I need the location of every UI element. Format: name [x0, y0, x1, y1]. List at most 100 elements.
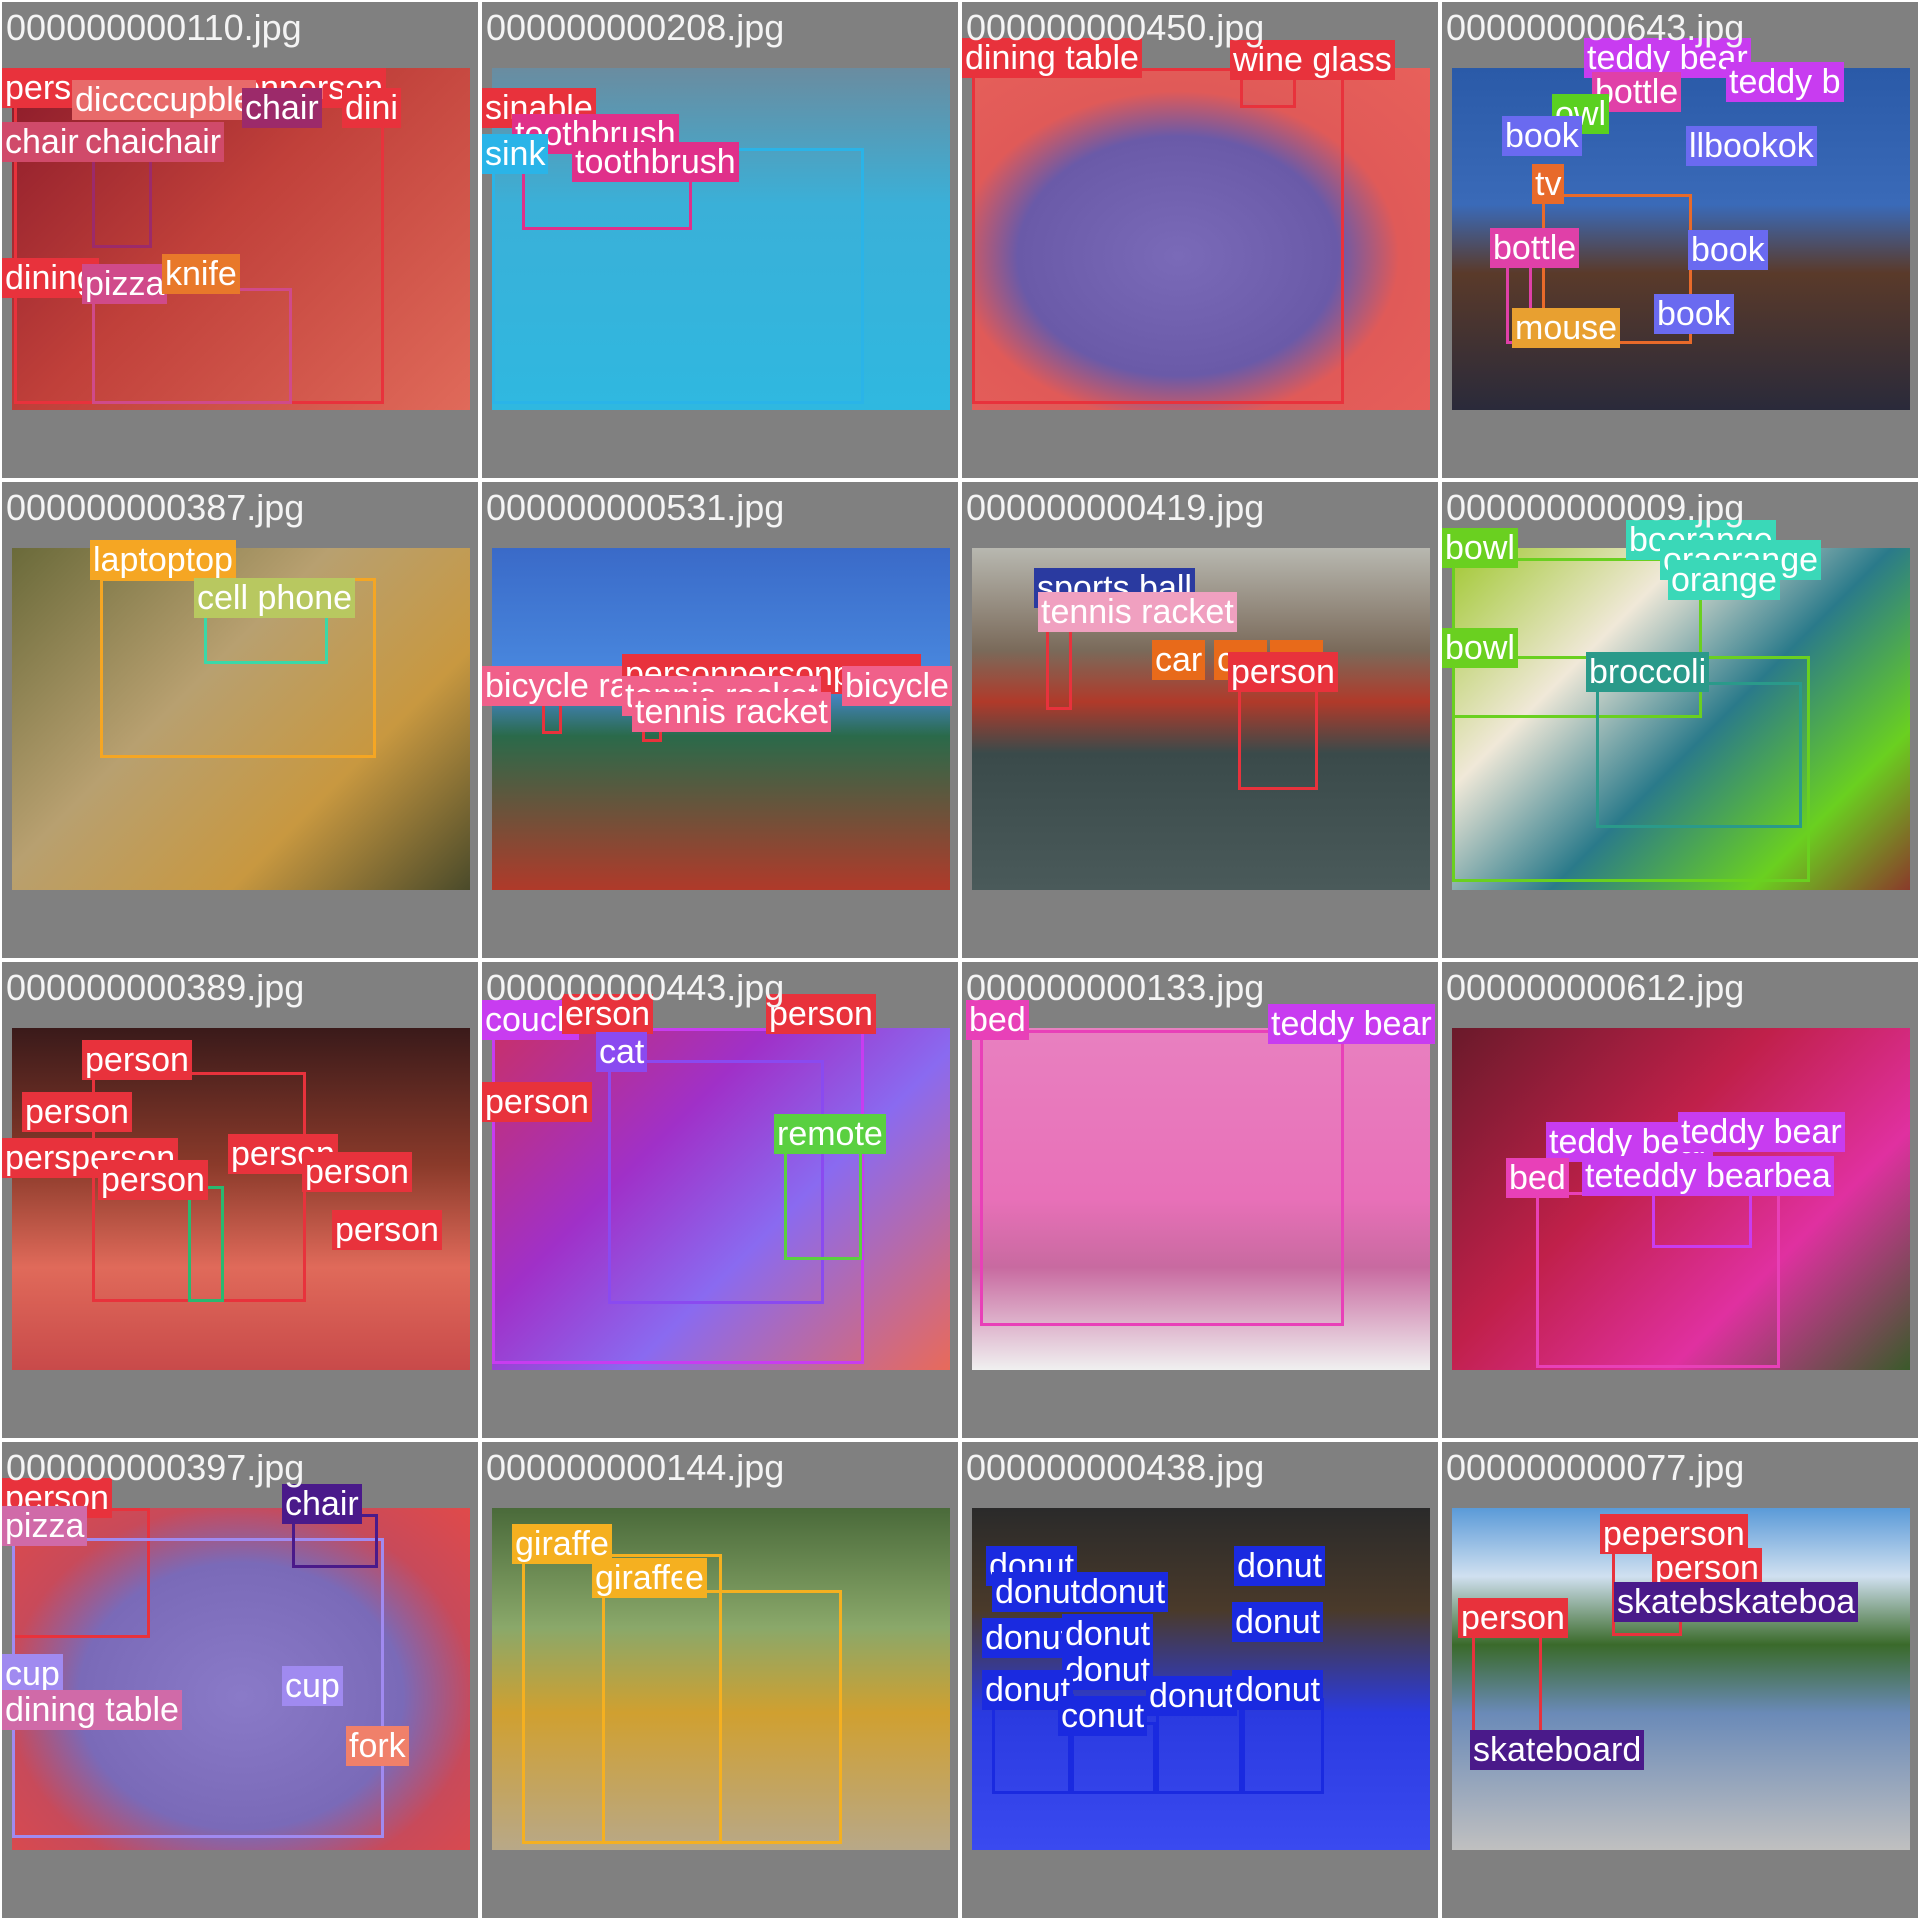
detection-label: person — [98, 1160, 208, 1200]
image-tile[interactable]: giraffe giraffe e 000000000144.jpg — [480, 1440, 960, 1920]
image-tile[interactable]: person person persperson person person person… — [0, 960, 480, 1440]
detection-label: chaichair — [82, 122, 225, 162]
image-tile[interactable]: laptoptop cell phone 000000000387.jpg — [0, 480, 480, 960]
detection-label: conut — [1058, 1696, 1148, 1736]
detection-label: tennis racket — [632, 692, 831, 732]
detection-label: teddy b — [1726, 62, 1844, 102]
bounding-box — [204, 614, 328, 664]
detection-label: bowl — [1442, 628, 1518, 668]
filename-label: 000000000133.jpg — [966, 967, 1265, 1008]
image-tile[interactable]: sports balltennis racketcarcarcarperson0… — [960, 480, 1440, 960]
detection-label: tennis racket — [1038, 592, 1237, 632]
detection-image — [972, 1028, 1430, 1370]
image-tile[interactable]: bicycle ra personpersonperso tennis racket… — [480, 480, 960, 960]
detection-label: broccoli — [1586, 652, 1710, 692]
detection-label: person — [1458, 1598, 1568, 1638]
detection-label: person — [332, 1210, 442, 1250]
detection-label: donut — [1062, 1650, 1154, 1690]
filename-label: 000000000450.jpg — [966, 7, 1265, 48]
detection-label: car — [1152, 640, 1206, 680]
image-tile[interactable]: peperson person person skatebskateboa skateb… — [1440, 1440, 1920, 1920]
detection-label: mouse — [1512, 308, 1621, 348]
filename-label: 000000000387.jpg — [6, 487, 305, 528]
image-tile[interactable]: sinable toothbrush sink toothbrush 000000000… — [480, 0, 960, 480]
detection-label: sink — [482, 134, 549, 174]
filename-label: 000000000144.jpg — [486, 1447, 785, 1488]
detection-label: person — [82, 1040, 192, 1080]
detection-label: dini — [342, 88, 401, 128]
detection-label: toothbrush — [572, 142, 739, 182]
detection-label: dining table — [2, 1690, 182, 1730]
detection-label: knife — [162, 254, 240, 294]
image-tile[interactable]: person chair pizza cup cup dining table fork 00… — [0, 1440, 480, 1920]
bounding-box — [602, 1590, 842, 1844]
detection-label: cup — [2, 1654, 63, 1694]
filename-label: 000000000208.jpg — [486, 7, 785, 48]
image-tile[interactable]: bowlboorangeoraorangeorangebowlbroccoli0… — [1440, 480, 1920, 960]
detection-image — [12, 1508, 470, 1850]
detection-label: donut — [1062, 1614, 1154, 1654]
detection-label: book — [1688, 230, 1768, 270]
detection-label: bed — [1506, 1158, 1569, 1198]
filename-label: 000000000077.jpg — [1446, 1447, 1745, 1488]
detection-image — [972, 68, 1430, 410]
detection-label: giraffe — [592, 1558, 692, 1598]
filename-label: 000000000612.jpg — [1446, 967, 1745, 1008]
detection-label: person — [1228, 652, 1338, 692]
filename-label: 000000000397.jpg — [6, 1447, 305, 1488]
detection-label: book — [1654, 294, 1734, 334]
detection-label: bicycle — [842, 666, 952, 706]
detection-label: donut — [1234, 1546, 1326, 1586]
filename-label: 000000000531.jpg — [486, 487, 785, 528]
detection-label: chair — [242, 88, 322, 128]
detection-label: donut — [982, 1618, 1074, 1658]
image-tile[interactable]: bed teddy bear 000000000133.jpg — [960, 960, 1440, 1440]
detection-image — [1452, 1028, 1910, 1370]
bounding-box — [784, 1150, 862, 1260]
detection-label: llbookok — [1686, 126, 1817, 166]
bounding-box — [188, 1186, 224, 1302]
bounding-box — [980, 1030, 1344, 1326]
detection-label: remote — [774, 1114, 886, 1154]
detection-label: teddy bear — [1268, 1004, 1435, 1044]
detection-label: cat — [596, 1032, 648, 1072]
image-tile[interactable]: teddy bear teddy bear bed teteddy bearbea 00… — [1440, 960, 1920, 1440]
detection-label: teddy bear — [1678, 1112, 1845, 1152]
bounding-box — [1238, 678, 1318, 790]
detection-label: donut — [1146, 1676, 1238, 1716]
image-tile[interactable]: persopersopersonpersondiccccupblechairdi… — [0, 0, 480, 480]
detection-label: chair — [2, 122, 82, 162]
bounding-box — [972, 68, 1344, 404]
detection-label: teteddy bearbea — [1582, 1156, 1834, 1196]
detection-label: e — [682, 1558, 707, 1598]
filename-label: 000000000438.jpg — [966, 1447, 1265, 1488]
detection-label: bicycle ra — [482, 666, 632, 706]
image-tile[interactable]: teddy bear teddy b bottle owl book llbookok tv… — [1440, 0, 1920, 480]
detection-label: bottle — [1490, 228, 1580, 268]
detection-label: person — [22, 1092, 132, 1132]
bounding-box — [1596, 682, 1802, 828]
detection-label: chair — [282, 1484, 362, 1524]
detection-label: person — [482, 1082, 592, 1122]
detection-label: bowl — [1442, 528, 1518, 568]
detection-label: diccccupble — [72, 80, 256, 120]
detection-label: donut — [1232, 1670, 1324, 1710]
bounding-box — [1242, 1698, 1324, 1794]
image-tile[interactable]: donut donut donutdonut donut donut donut donut… — [960, 1440, 1440, 1920]
filename-label: 000000000110.jpg — [6, 7, 302, 48]
filename-label: 000000000389.jpg — [6, 967, 305, 1008]
detection-label: pizza — [2, 1506, 88, 1546]
detection-label: skatebskateboa — [1614, 1582, 1859, 1622]
detection-label: book — [1502, 116, 1582, 156]
image-tile[interactable]: couch erson person cat person remote 000000000… — [480, 960, 960, 1440]
image-tile[interactable]: dining table wine glass 000000000450.jpg — [960, 0, 1440, 480]
bounding-box — [1652, 1192, 1752, 1248]
detection-label: laptoptop — [90, 540, 236, 580]
detection-image — [492, 1028, 950, 1370]
detection-label: fork — [346, 1726, 409, 1766]
detection-image — [12, 1028, 470, 1370]
bounding-box — [92, 288, 292, 404]
detection-label: person — [302, 1152, 412, 1192]
filename-label: 000000000643.jpg — [1446, 7, 1745, 48]
detection-label: tv — [1532, 164, 1565, 204]
